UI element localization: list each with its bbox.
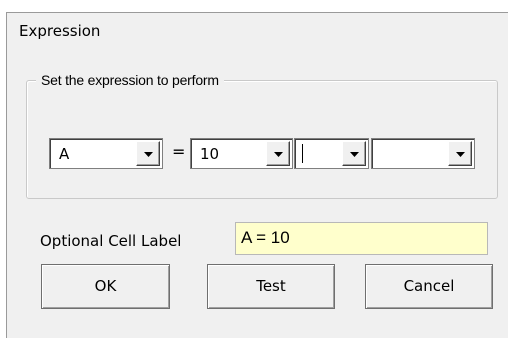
left-operand-combo[interactable]: A	[49, 138, 163, 169]
operator2-combo[interactable]	[294, 138, 369, 169]
cell-label-input[interactable]: A = 10	[235, 222, 488, 255]
operator2-dropdown-button[interactable]	[342, 141, 366, 166]
cancel-button[interactable]: Cancel	[365, 264, 493, 309]
right-operand-dropdown-button[interactable]	[266, 141, 290, 166]
test-button[interactable]: Test	[207, 264, 335, 309]
chevron-down-icon	[274, 152, 283, 157]
chevron-down-icon	[456, 152, 465, 157]
right-operand-value: 10	[200, 145, 220, 163]
window-title: Expression	[19, 22, 101, 40]
operand3-dropdown-button[interactable]	[448, 141, 472, 166]
left-operand-dropdown-button[interactable]	[136, 141, 160, 166]
groupbox-caption: Set the expression to perform	[36, 72, 224, 88]
chevron-down-icon	[144, 152, 153, 157]
cell-label-caption: Optional Cell Label	[40, 232, 182, 250]
right-operand-combo[interactable]: 10	[190, 138, 293, 169]
operand3-combo[interactable]	[371, 138, 475, 169]
left-operand-value: A	[59, 145, 70, 163]
text-caret	[302, 144, 303, 163]
chevron-down-icon	[350, 152, 359, 157]
equals-sign: =	[172, 142, 186, 161]
ok-button[interactable]: OK	[41, 264, 170, 309]
